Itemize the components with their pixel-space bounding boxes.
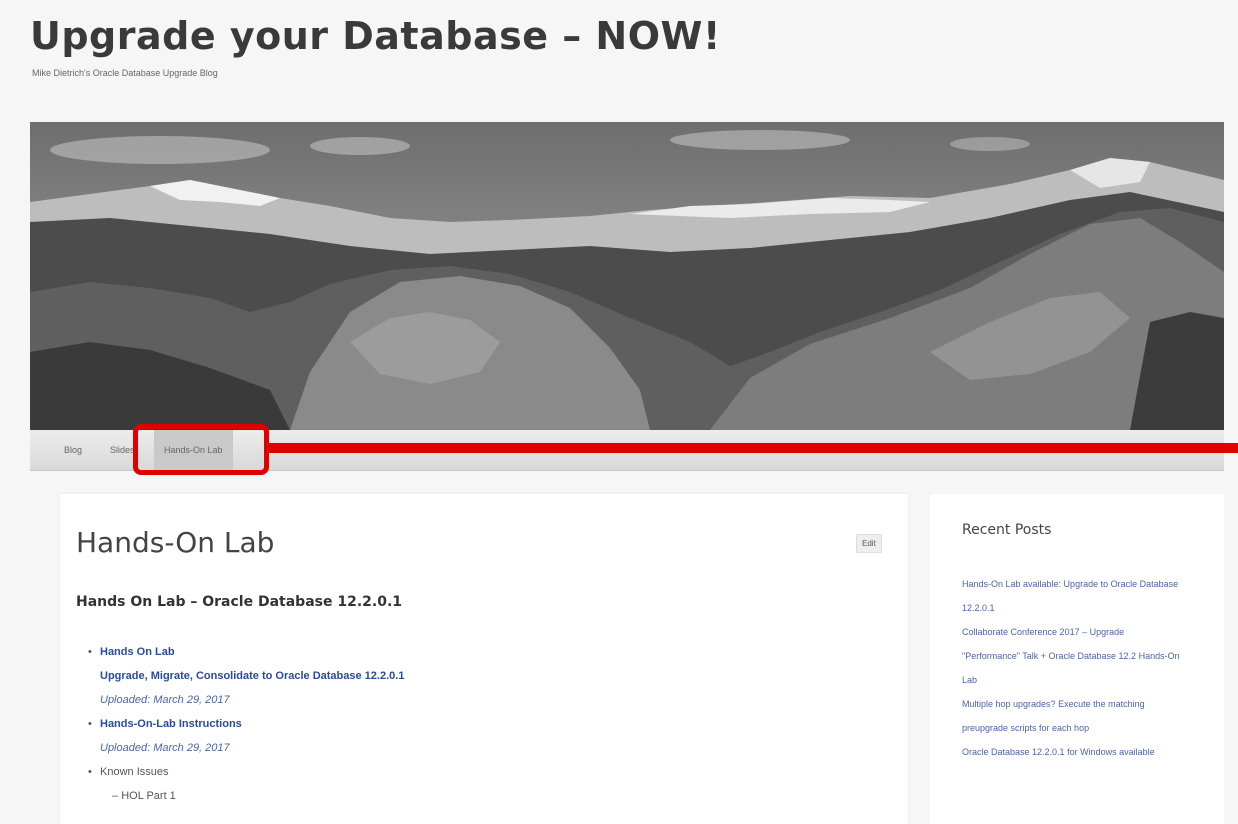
download-link-subtitle[interactable]: Upgrade, Migrate, Consolidate to Oracle … (100, 664, 404, 688)
sidebar-title: Recent Posts (962, 522, 1052, 538)
download-link-hands-on-lab[interactable]: Hands On Lab (100, 640, 404, 664)
page-title: Hands-On Lab (76, 526, 275, 559)
nav-item-blog[interactable]: Blog (64, 430, 82, 470)
main-content: Hands-On Lab Edit Hands On Lab – Oracle … (60, 494, 908, 824)
highlight-annotation-line (268, 443, 1238, 453)
nav-item-slides[interactable]: Slides (110, 430, 135, 470)
site-title[interactable]: Upgrade your Database – NOW! (30, 14, 721, 58)
download-link-instructions[interactable]: Hands-On-Lab Instructions (100, 712, 404, 736)
list-item: Hands On Lab Upgrade, Migrate, Consolida… (88, 640, 404, 712)
known-issues-label: Known Issues (100, 766, 169, 778)
recent-post-link[interactable]: Multiple hop upgrades? Execute the match… (962, 692, 1182, 740)
mountain-landscape-image (30, 122, 1224, 430)
sidebar: Recent Posts Hands-On Lab available: Upg… (930, 494, 1224, 824)
header-image (30, 122, 1224, 430)
recent-post-link[interactable]: Hands-On Lab available: Upgrade to Oracl… (962, 572, 1182, 620)
upload-date: Uploaded: March 29, 2017 (100, 694, 230, 706)
edit-button[interactable]: Edit (856, 534, 882, 553)
recent-post-link[interactable]: Collaborate Conference 2017 – Upgrade "P… (962, 620, 1182, 692)
known-issue-item[interactable]: – HOL Part 1 (100, 784, 404, 808)
recent-post-link[interactable]: Oracle Database 12.2.0.1 for Windows ava… (962, 740, 1182, 764)
section-heading: Hands On Lab – Oracle Database 12.2.0.1 (76, 594, 402, 610)
list-item: Known Issues – HOL Part 1 (88, 760, 404, 808)
recent-posts-list: Hands-On Lab available: Upgrade to Oracl… (962, 572, 1182, 764)
known-issue-label: HOL Part 1 (121, 790, 176, 802)
list-item: Hands-On-Lab Instructions Uploaded: Marc… (88, 712, 404, 760)
site-description: Mike Dietrich's Oracle Database Upgrade … (32, 68, 218, 78)
highlight-annotation-box (133, 424, 269, 475)
upload-date: Uploaded: March 29, 2017 (100, 742, 230, 754)
downloads-list: Hands On Lab Upgrade, Migrate, Consolida… (88, 640, 404, 808)
